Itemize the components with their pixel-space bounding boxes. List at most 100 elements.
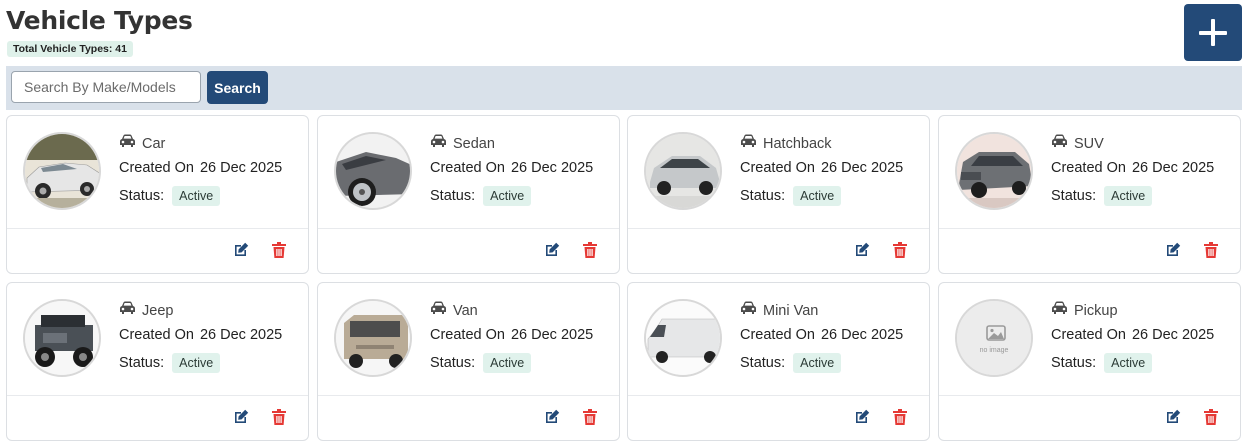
- status-row: Status: Active: [740, 186, 842, 206]
- status-label: Status:: [430, 355, 476, 371]
- created-on-label: Created On: [1051, 327, 1126, 343]
- delete-icon[interactable]: [893, 409, 907, 425]
- vehicle-type-card: Sedan Created On 26 Dec 2025 Status: Active: [317, 115, 620, 274]
- status-badge: Active: [483, 353, 532, 373]
- status-row: Status: Active: [1051, 353, 1153, 373]
- status-label: Status:: [740, 355, 786, 371]
- card-divider: [7, 395, 308, 396]
- status-row: Status: Active: [430, 186, 532, 206]
- vehicle-type-card: Van Created On 26 Dec 2025 Status: Active: [317, 282, 620, 441]
- created-date: 26 Dec 2025: [1131, 327, 1215, 343]
- created-date: 26 Dec 2025: [1131, 160, 1215, 176]
- created-on-row: Created On 26 Dec 2025: [119, 160, 282, 176]
- vehicle-image: [644, 299, 722, 377]
- edit-icon[interactable]: [1165, 242, 1181, 258]
- car-icon: [430, 134, 453, 153]
- created-date: 26 Dec 2025: [510, 327, 594, 343]
- status-row: Status: Active: [430, 353, 532, 373]
- total-count-badge: Total Vehicle Types: 41: [7, 41, 133, 57]
- edit-icon[interactable]: [854, 242, 870, 258]
- add-vehicle-type-button[interactable]: [1184, 4, 1242, 61]
- edit-icon[interactable]: [233, 242, 249, 258]
- car-icon: [1051, 301, 1074, 320]
- vehicle-name-row: Hatchback: [740, 134, 832, 153]
- vehicle-name-row: Mini Van: [740, 301, 818, 320]
- vehicle-type-name: SUV: [1074, 135, 1104, 152]
- created-on-label: Created On: [740, 327, 815, 343]
- card-divider: [318, 395, 619, 396]
- edit-icon[interactable]: [1165, 409, 1181, 425]
- vehicle-type-card: Hatchback Created On 26 Dec 2025 Status: Act…: [627, 115, 930, 274]
- delete-icon[interactable]: [583, 242, 597, 258]
- status-label: Status:: [119, 355, 165, 371]
- delete-icon[interactable]: [272, 409, 286, 425]
- card-divider: [628, 395, 929, 396]
- vehicle-name-row: Car: [119, 134, 165, 153]
- vehicle-image: [334, 299, 412, 377]
- delete-icon[interactable]: [583, 409, 597, 425]
- vehicle-name-row: Van: [430, 301, 478, 320]
- created-on-row: Created On 26 Dec 2025: [430, 327, 593, 343]
- vehicle-name-row: Jeep: [119, 301, 173, 320]
- status-label: Status:: [430, 188, 476, 204]
- edit-icon[interactable]: [544, 242, 560, 258]
- card-divider: [7, 228, 308, 229]
- edit-icon[interactable]: [544, 409, 560, 425]
- status-badge: Active: [483, 186, 532, 206]
- vehicle-type-name: Pickup: [1074, 302, 1118, 319]
- search-button[interactable]: Search: [207, 71, 268, 104]
- edit-icon[interactable]: [854, 409, 870, 425]
- vehicle-name-row: SUV: [1051, 134, 1104, 153]
- vehicle-type-name: Van: [453, 302, 478, 319]
- created-on-label: Created On: [740, 160, 815, 176]
- created-date: 26 Dec 2025: [510, 160, 594, 176]
- search-input[interactable]: [11, 71, 201, 103]
- card-divider: [939, 228, 1240, 229]
- vehicle-name-row: Sedan: [430, 134, 495, 153]
- vehicle-type-name: Jeep: [142, 302, 174, 319]
- status-badge: Active: [1104, 186, 1153, 206]
- page-title: Vehicle Types: [6, 6, 193, 35]
- created-date: 26 Dec 2025: [820, 160, 904, 176]
- vehicle-image: [334, 132, 412, 210]
- status-row: Status: Active: [1051, 186, 1153, 206]
- created-on-label: Created On: [430, 327, 505, 343]
- vehicle-type-card: Jeep Created On 26 Dec 2025 Status: Active: [6, 282, 309, 441]
- status-row: Status: Active: [740, 353, 842, 373]
- car-icon: [119, 301, 142, 320]
- created-date: 26 Dec 2025: [199, 327, 283, 343]
- created-on-row: Created On 26 Dec 2025: [1051, 160, 1214, 176]
- status-badge: Active: [172, 186, 221, 206]
- car-icon: [740, 301, 763, 320]
- card-divider: [939, 395, 1240, 396]
- vehicle-name-row: Pickup: [1051, 301, 1118, 320]
- status-row: Status: Active: [119, 353, 221, 373]
- search-bar: Search: [6, 66, 1242, 110]
- edit-icon[interactable]: [233, 409, 249, 425]
- status-label: Status:: [1051, 188, 1097, 204]
- status-label: Status:: [1051, 355, 1097, 371]
- vehicle-image: [644, 132, 722, 210]
- delete-icon[interactable]: [1204, 242, 1218, 258]
- no-image-label: no image: [979, 347, 1009, 354]
- created-on-label: Created On: [1051, 160, 1126, 176]
- created-on-label: Created On: [119, 160, 194, 176]
- vehicle-type-card: SUV Created On 26 Dec 2025 Status: Active: [938, 115, 1241, 274]
- status-row: Status: Active: [119, 186, 221, 206]
- status-badge: Active: [793, 186, 842, 206]
- vehicle-image: [23, 299, 101, 377]
- created-date: 26 Dec 2025: [199, 160, 283, 176]
- created-on-row: Created On 26 Dec 2025: [430, 160, 593, 176]
- delete-icon[interactable]: [893, 242, 907, 258]
- vehicle-type-name: Car: [142, 135, 166, 152]
- status-badge: Active: [793, 353, 842, 373]
- created-on-label: Created On: [119, 327, 194, 343]
- created-on-row: Created On 26 Dec 2025: [740, 327, 903, 343]
- created-on-row: Created On 26 Dec 2025: [119, 327, 282, 343]
- delete-icon[interactable]: [1204, 409, 1218, 425]
- status-label: Status:: [119, 188, 165, 204]
- status-badge: Active: [172, 353, 221, 373]
- delete-icon[interactable]: [272, 242, 286, 258]
- vehicle-type-name: Sedan: [453, 135, 495, 152]
- vehicle-type-name: Hatchback: [763, 135, 832, 152]
